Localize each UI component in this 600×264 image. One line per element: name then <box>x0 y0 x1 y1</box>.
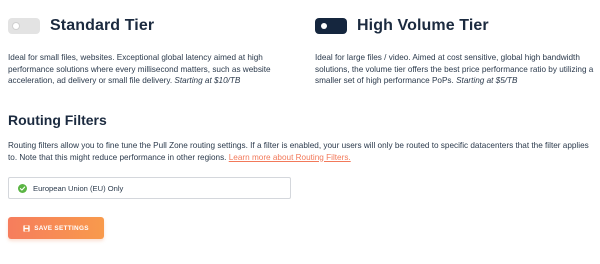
filter-label: European Union (EU) Only <box>33 183 124 193</box>
volume-tier-price: Starting at $5/TB <box>456 76 518 86</box>
standard-tier-toggle[interactable] <box>8 18 40 34</box>
check-circle-icon <box>18 183 27 193</box>
standard-tier-description: Ideal for small files, websites. Excepti… <box>8 52 298 87</box>
save-icon <box>23 224 30 232</box>
filter-eu-only[interactable]: European Union (EU) Only <box>8 177 291 199</box>
standard-tier-option: Standard Tier Ideal for small files, web… <box>8 14 298 87</box>
toggle-knob <box>321 23 327 29</box>
volume-tier-description: Ideal for large files / video. Aimed at … <box>315 52 600 87</box>
volume-tier-title: High Volume Tier <box>357 17 489 34</box>
tier-selection: Standard Tier Ideal for small files, web… <box>0 0 600 110</box>
save-settings-button[interactable]: SAVE SETTINGS <box>8 217 104 239</box>
standard-tier-header: Standard Tier <box>8 14 298 38</box>
volume-tier-description-text: Ideal for large files / video. Aimed at … <box>315 53 594 86</box>
learn-more-link[interactable]: Learn more about Routing Filters. <box>229 153 351 162</box>
volume-tier-option: High Volume Tier Ideal for large files /… <box>315 14 600 87</box>
toggle-knob <box>13 23 19 29</box>
routing-filters-description: Routing filters allow you to fine tune t… <box>8 140 598 163</box>
standard-tier-title: Standard Tier <box>50 17 155 34</box>
volume-tier-toggle[interactable] <box>315 18 347 34</box>
save-settings-label: SAVE SETTINGS <box>34 224 89 232</box>
routing-filters-title: Routing Filters <box>8 112 107 128</box>
volume-tier-header: High Volume Tier <box>315 14 600 38</box>
standard-tier-price: Starting at $10/TB <box>174 76 241 86</box>
